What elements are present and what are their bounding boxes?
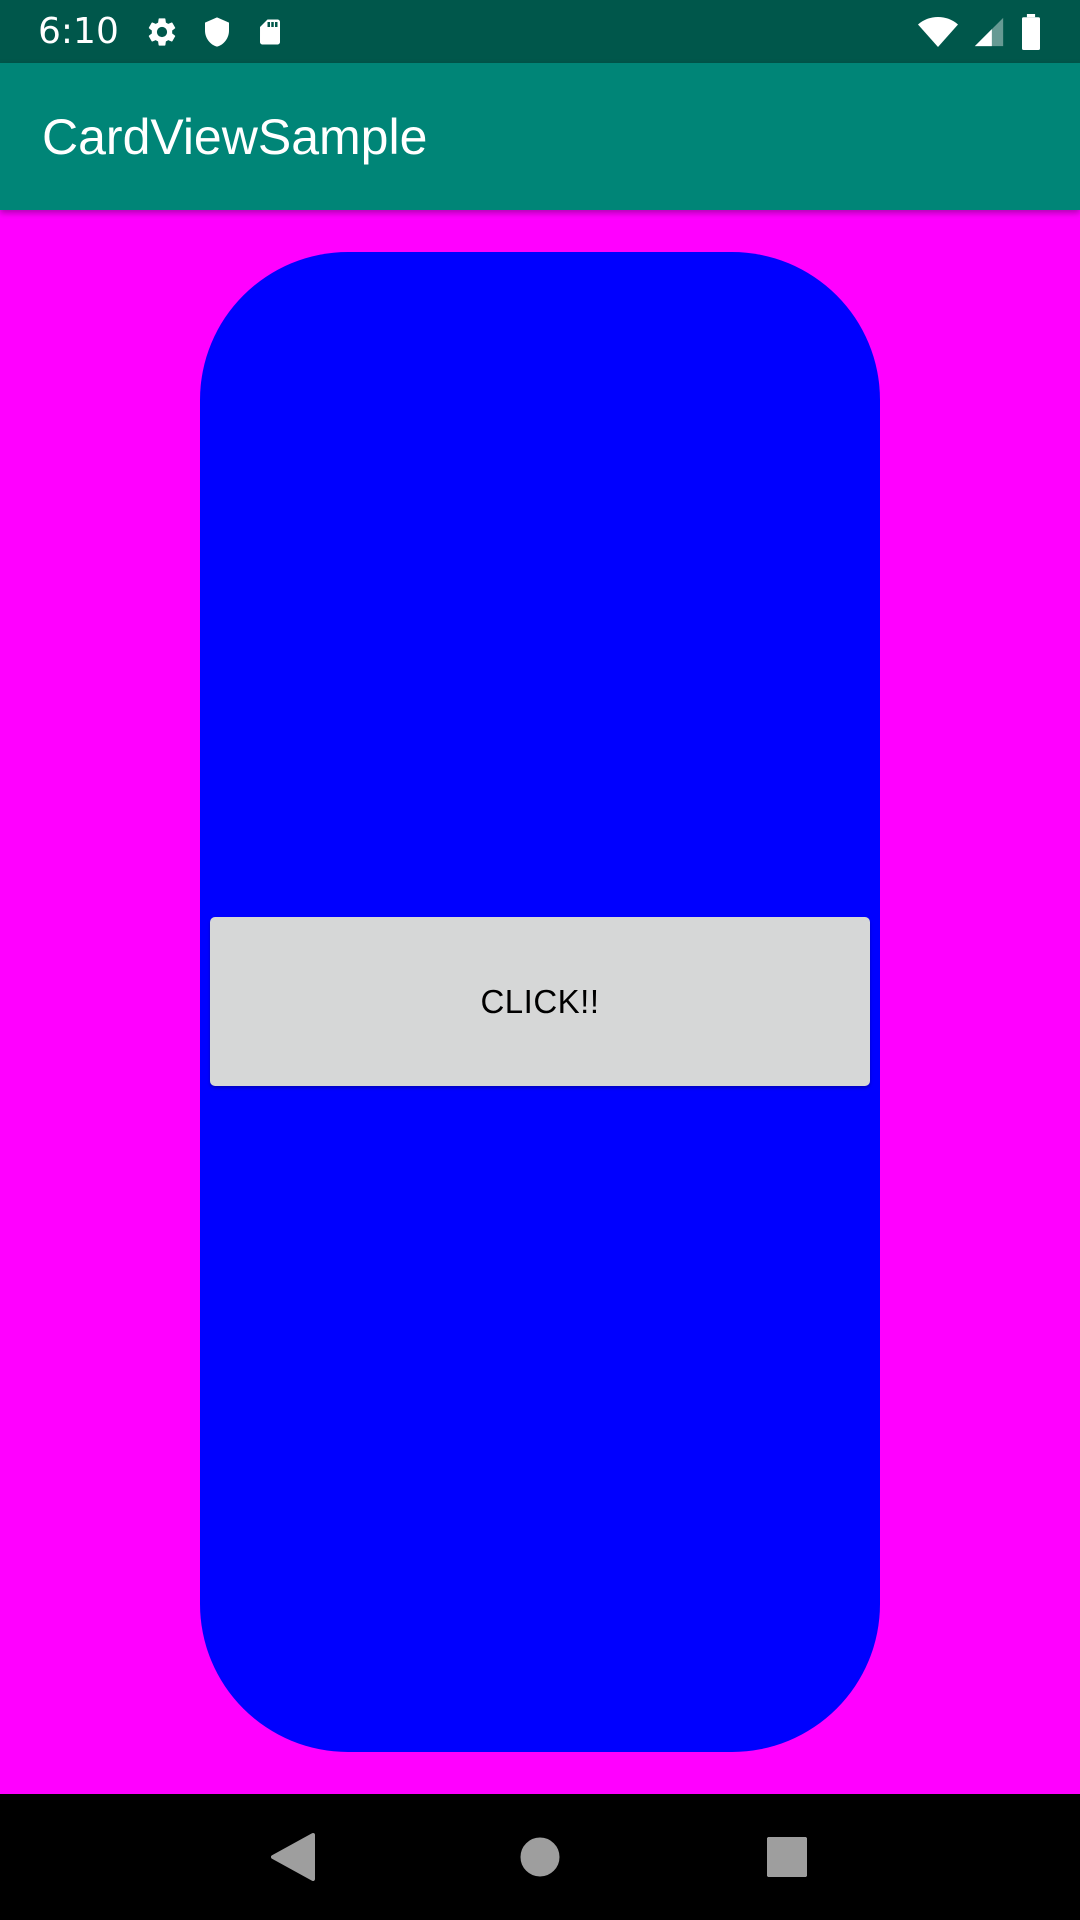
status-right-icons bbox=[904, 13, 1042, 50]
app-title: CardViewSample bbox=[42, 108, 428, 165]
home-button[interactable] bbox=[495, 1812, 585, 1902]
battery-icon bbox=[1020, 13, 1042, 50]
screen: 6:10 CardViewSample CLICK!! bbox=[0, 0, 1080, 1920]
status-time: 6:10 bbox=[38, 11, 119, 52]
click-button[interactable]: CLICK!! bbox=[210, 917, 870, 1086]
status-bar: 6:10 bbox=[0, 0, 1080, 63]
sd-card-icon bbox=[255, 15, 285, 49]
wifi-icon bbox=[918, 15, 958, 49]
recents-button[interactable] bbox=[742, 1812, 832, 1902]
content-area: CLICK!! bbox=[0, 210, 1080, 1794]
back-button[interactable] bbox=[248, 1812, 338, 1902]
cell-signal-icon bbox=[972, 15, 1006, 49]
home-icon bbox=[520, 1837, 560, 1877]
app-bar: CardViewSample bbox=[0, 63, 1080, 210]
recents-icon bbox=[766, 1837, 807, 1877]
shield-icon bbox=[201, 15, 233, 49]
status-left-icons bbox=[145, 15, 307, 49]
gear-icon bbox=[145, 15, 179, 49]
navigation-bar bbox=[0, 1794, 1080, 1920]
back-icon bbox=[271, 1833, 316, 1881]
